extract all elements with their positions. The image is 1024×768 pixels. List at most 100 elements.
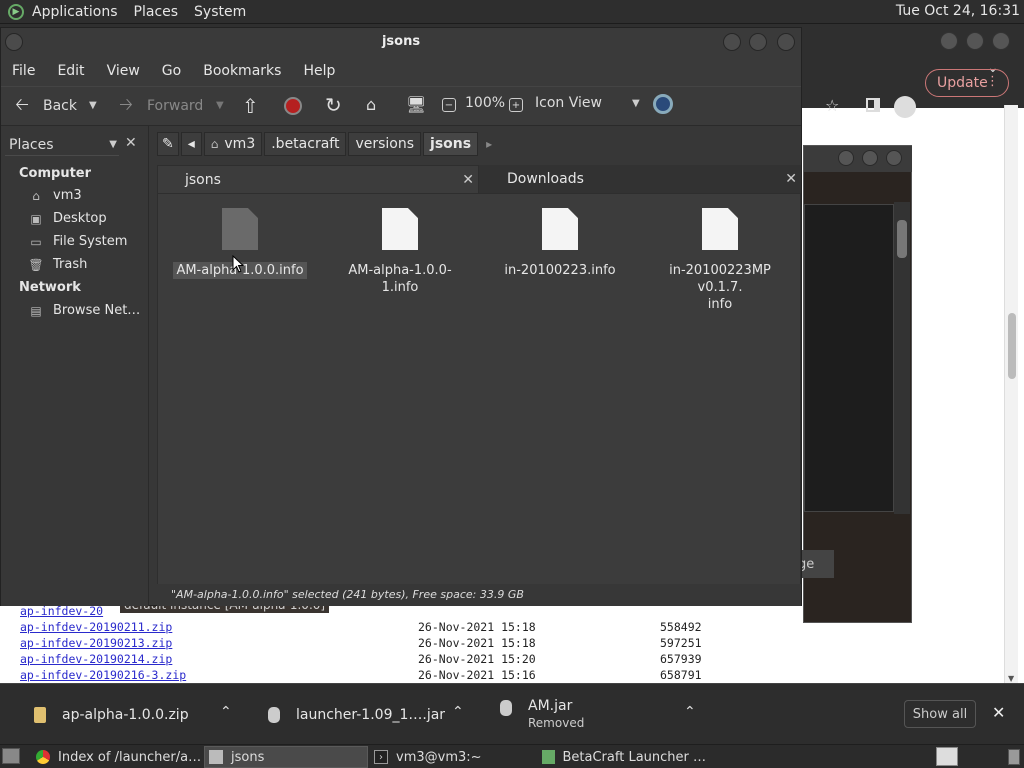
document-icon	[222, 208, 258, 250]
more-menu-icon[interactable]: ⋮	[986, 74, 999, 89]
sidebar-item-desktop[interactable]: ▣ Desktop	[27, 211, 106, 226]
sidebar-type-select[interactable]: Places ▼	[5, 134, 119, 156]
fm-close-button[interactable]	[777, 33, 795, 51]
browser-close-button[interactable]	[992, 32, 1010, 50]
view-mode-label: Icon View	[535, 95, 602, 111]
update-button[interactable]: Update ⋮	[925, 69, 1009, 97]
back-button[interactable]: 🡠 Back	[11, 95, 77, 117]
file-item[interactable]: in-20100223MP v0.1.7. info	[650, 208, 790, 313]
download-item[interactable]: launcher-1.09_1….jar ⌃	[268, 684, 478, 745]
listing-link[interactable]: ap-infdev-20190211.zip	[20, 620, 172, 634]
download-options-chevron-icon[interactable]: ⌃	[452, 704, 464, 720]
bookmark-star-icon[interactable]: ☆	[825, 96, 839, 115]
profile-avatar-icon[interactable]	[894, 96, 916, 118]
panel-clock[interactable]: Tue Oct 24, 16:31	[896, 3, 1020, 19]
workspace-switcher-icon[interactable]	[936, 747, 958, 766]
download-options-chevron-icon[interactable]: ⌃	[220, 704, 232, 720]
sidebar-item-browse-network[interactable]: ▤ Browse Net…	[27, 303, 140, 318]
path-right-arrow-icon[interactable]: ▸	[486, 137, 492, 151]
stop-icon[interactable]	[284, 97, 302, 115]
task-file-manager[interactable]: jsons	[204, 746, 368, 768]
betacraft-titlebar[interactable]	[804, 146, 912, 172]
search-icon[interactable]	[653, 94, 673, 114]
scroll-down-arrow-icon[interactable]: ▼	[1008, 674, 1014, 683]
download-name: AM.jar	[528, 697, 573, 714]
file-item[interactable]: AM-alpha-1.0.0-1.info	[330, 208, 470, 296]
menu-applications[interactable]: Applications	[32, 4, 118, 20]
side-panel-icon[interactable]	[866, 98, 880, 112]
task-browser[interactable]: Index of /launcher/a…	[36, 746, 202, 768]
tab-close-icon[interactable]: ✕	[462, 172, 474, 188]
file-name-line1: in-20100223MP v0.1.7.	[669, 263, 771, 295]
icon-view[interactable]: AM-alpha-1.0.0.info AM-alpha-1.0.0-1.inf…	[157, 193, 801, 606]
menu-help[interactable]: Help	[303, 63, 335, 79]
listing-link[interactable]: ap-infdev-20	[20, 604, 103, 618]
zip-file-icon	[34, 706, 46, 723]
show-all-button[interactable]: Show all	[904, 700, 976, 728]
sidebar-item-vm3[interactable]: ⌂ vm3	[27, 188, 81, 203]
fm-titlebar[interactable]: jsons	[1, 28, 801, 56]
trash-applet-icon[interactable]	[1008, 749, 1020, 765]
fm-minimize-button[interactable]	[723, 33, 741, 51]
browser-scroll-thumb[interactable]	[1008, 313, 1016, 379]
listing-link[interactable]: ap-infdev-20190214.zip	[20, 652, 172, 666]
menu-edit[interactable]: Edit	[57, 63, 84, 79]
sidebar-close-icon[interactable]: ✕	[125, 135, 137, 151]
back-history-dropdown-icon[interactable]: ▼	[89, 100, 97, 111]
forward-button[interactable]: 🡢 Forward	[115, 95, 203, 117]
listing-size: 657939	[660, 652, 702, 666]
show-desktop-icon[interactable]	[2, 748, 20, 764]
crumb-versions[interactable]: versions	[348, 132, 422, 156]
menu-system[interactable]: System	[194, 4, 246, 20]
menu-places[interactable]: Places	[134, 4, 179, 20]
crumb-betacraft[interactable]: .betacraft	[264, 132, 347, 156]
file-item[interactable]: in-20100223.info	[490, 208, 630, 279]
browser-scrollbar[interactable]: ▼	[1004, 105, 1018, 683]
crumb-jsons[interactable]: jsons	[423, 132, 479, 156]
task-betacraft[interactable]: BetaCraft Launcher …	[542, 746, 706, 768]
path-left-arrow-icon[interactable]: ◂	[180, 132, 202, 156]
menu-view[interactable]: View	[107, 63, 140, 79]
betacraft-maximize-button[interactable]	[862, 150, 878, 166]
home-folder-icon: ⌂	[210, 137, 219, 151]
tab-close-icon[interactable]: ✕	[785, 171, 797, 187]
view-mode-dropdown-icon: ▼	[631, 97, 640, 109]
sidebar-header: Places	[9, 136, 54, 153]
browser-maximize-button[interactable]	[966, 32, 984, 50]
zoom-out-icon[interactable]: −	[442, 98, 456, 112]
betacraft-window[interactable]: ge	[794, 145, 912, 623]
view-mode-select[interactable]: Icon View ▼	[535, 95, 640, 111]
computer-icon[interactable]: 🖥	[406, 95, 426, 114]
sidebar-item-file-system[interactable]: ▭ File System	[27, 234, 127, 249]
update-label: Update	[937, 75, 988, 91]
menu-bookmarks[interactable]: Bookmarks	[203, 63, 281, 79]
tab-jsons[interactable]: jsons ✕	[157, 165, 479, 193]
menu-go[interactable]: Go	[162, 63, 181, 79]
close-shelf-icon[interactable]: ✕	[992, 703, 1005, 722]
crumb-vm3[interactable]: ⌂ vm3	[203, 132, 263, 156]
distro-logo-icon[interactable]: ▶	[8, 3, 24, 20]
reload-icon[interactable]: ↻	[325, 93, 342, 117]
download-item[interactable]: ap-alpha-1.0.0.zip ⌃	[34, 684, 244, 745]
download-item[interactable]: AM.jar Removed ⌃	[500, 684, 710, 745]
browser-minimize-button[interactable]	[940, 32, 958, 50]
location-edit-icon[interactable]: ✎	[157, 132, 179, 156]
betacraft-scrollbar[interactable]	[894, 202, 910, 514]
fm-maximize-button[interactable]	[749, 33, 767, 51]
download-options-chevron-icon[interactable]: ⌃	[684, 704, 696, 720]
task-terminal[interactable]: › vm3@vm3:~	[374, 746, 538, 768]
listing-link[interactable]: ap-infdev-20190216-3.zip	[20, 668, 186, 682]
up-arrow-icon[interactable]: ⇧	[242, 94, 259, 118]
betacraft-close-button[interactable]	[886, 150, 902, 166]
sidebar-item-trash[interactable]: 🗑 Trash	[27, 257, 87, 272]
zoom-in-icon[interactable]: +	[509, 98, 523, 112]
menu-file[interactable]: File	[12, 63, 35, 79]
home-folder-icon[interactable]: ⌂	[366, 95, 376, 114]
betacraft-minimize-button[interactable]	[838, 150, 854, 166]
forward-history-dropdown-icon[interactable]: ▼	[216, 100, 224, 111]
listing-date: 26-Nov-2021 15:18	[418, 620, 536, 634]
task-label: jsons	[231, 749, 265, 765]
listing-link[interactable]: ap-infdev-20190213.zip	[20, 636, 172, 650]
tab-downloads[interactable]: Downloads ✕	[479, 165, 801, 193]
betacraft-scroll-thumb[interactable]	[897, 220, 907, 258]
